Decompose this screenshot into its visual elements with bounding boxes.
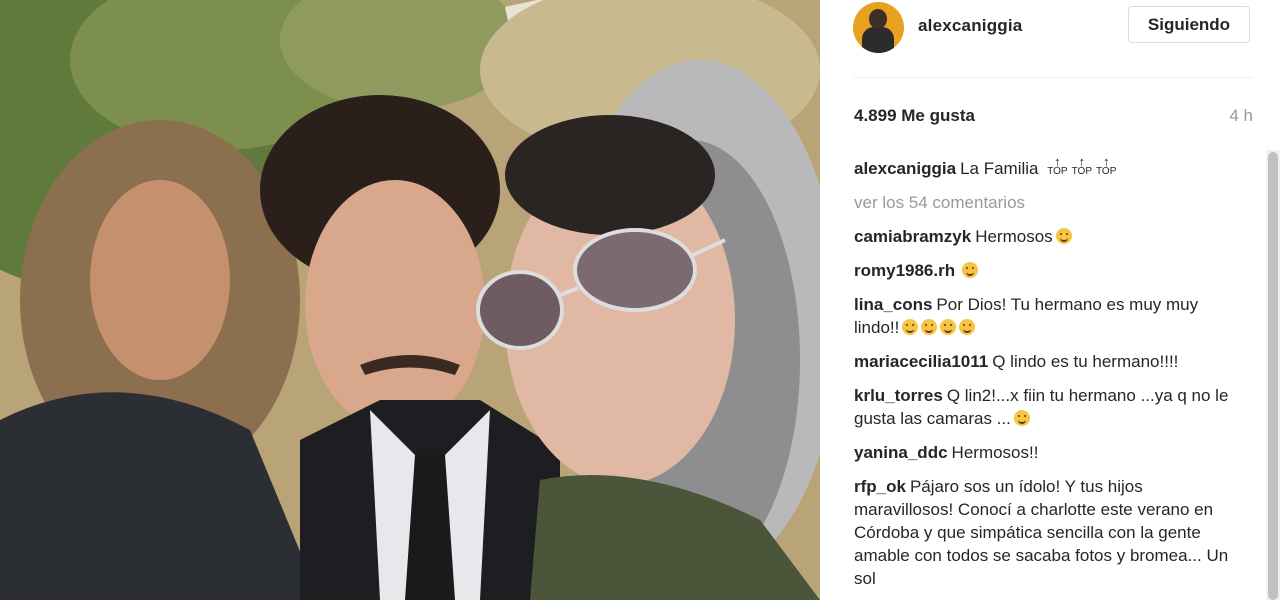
smile-emoji-icon	[959, 319, 976, 335]
comment-text: Hermosos	[975, 227, 1053, 246]
comment-item: romy1986.rh	[854, 259, 1230, 282]
smile-emoji-icon	[962, 262, 979, 278]
comment-username[interactable]: mariacecilia1011	[854, 352, 988, 371]
comments-section: alexcaniggia La Familia ↑ TOP ↑ TOP ↑ TOP ver …	[854, 154, 1230, 601]
post-photo[interactable]	[0, 0, 820, 600]
caption-text: La Familia	[960, 159, 1039, 178]
avatar-face-shape	[869, 9, 887, 29]
following-button[interactable]: Siguiendo	[1128, 6, 1250, 43]
view-all-comments-link[interactable]: ver los 54 comentarios	[854, 191, 1230, 214]
comment-username[interactable]: krlu_torres	[854, 386, 943, 405]
comment-item: rfp_ok Pájaro sos un ídolo! Y tus hijos m…	[854, 475, 1230, 590]
smile-emoji-icon	[902, 319, 919, 335]
top-icon: ↑ TOP	[1071, 154, 1092, 177]
header-divider	[853, 77, 1253, 78]
selfie-image	[0, 0, 820, 600]
caption: alexcaniggia La Familia ↑ TOP ↑ TOP ↑ TOP	[854, 154, 1230, 180]
comment-username[interactable]: romy1986.rh	[854, 261, 955, 280]
comment-username[interactable]: yanina_ddc	[854, 443, 948, 462]
comment-username[interactable]: lina_cons	[854, 295, 932, 314]
post-time[interactable]: 4 h	[1229, 106, 1253, 126]
avatar[interactable]	[853, 2, 904, 53]
top-icon: ↑ TOP	[1047, 154, 1068, 177]
caption-username[interactable]: alexcaniggia	[854, 159, 956, 178]
comment-username[interactable]: rfp_ok	[854, 477, 906, 496]
likes-count[interactable]: 4.899 Me gusta	[854, 106, 975, 126]
comment-item: yanina_ddc Hermosos!!	[854, 441, 1230, 464]
post-sidebar: alexcaniggia Siguiendo 4.899 Me gusta 4 …	[820, 0, 1280, 600]
smile-emoji-icon	[1013, 410, 1030, 426]
comment-item: lina_cons Por Dios! Tu hermano es muy muy…	[854, 293, 1230, 339]
avatar-body-shape	[862, 27, 894, 53]
smile-emoji-icon	[940, 319, 957, 335]
smile-emoji-icon	[921, 319, 938, 335]
post-header: alexcaniggia Siguiendo	[820, 0, 1280, 77]
comment-item: camiabramzyk Hermosos	[854, 225, 1230, 248]
comment-text: Hermosos!!	[951, 443, 1039, 462]
top-icon: ↑ TOP	[1096, 154, 1117, 177]
author-username[interactable]: alexcaniggia	[918, 16, 1022, 36]
comment-text: Pájaro sos un ídolo! Y tus hijos maravil…	[854, 477, 1229, 588]
comments-scrollbar-thumb[interactable]	[1268, 152, 1278, 600]
comment-text: Q lindo es tu hermano!!!!	[992, 352, 1179, 371]
comment-item: mariacecilia1011 Q lindo es tu hermano!!!…	[854, 350, 1230, 373]
smile-emoji-icon	[1055, 228, 1072, 244]
comment-item: krlu_torres Q lin2!...x fiin tu hermano .…	[854, 384, 1230, 430]
comment-username[interactable]: camiabramzyk	[854, 227, 971, 246]
